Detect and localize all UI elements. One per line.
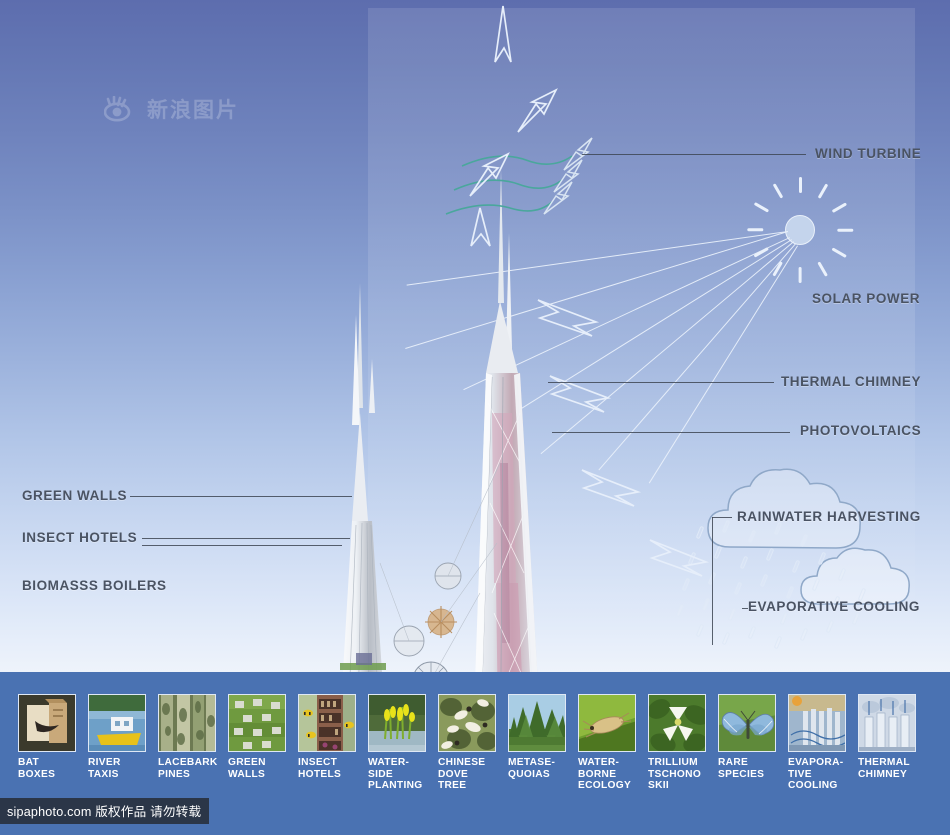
thumb-label: METASE- QUOIAS: [508, 757, 556, 780]
thumb-trillium-tschonoskii[interactable]: TRILLIUM TSCHONO SKII: [648, 694, 706, 792]
thumb-waterborne-ecology[interactable]: WATER- BORNE ECOLOGY: [578, 694, 636, 792]
trillium-photo[interactable]: [648, 694, 706, 752]
thumb-label: RARE SPECIES: [718, 757, 765, 780]
metasequoia-photo[interactable]: [508, 694, 566, 752]
copyright-bar: sipaphoto.com 版权作品 请勿转载: [0, 798, 210, 824]
annotation-green-walls: GREEN WALLS: [22, 488, 128, 503]
thumb-label: WATER- SIDE PLANTING: [368, 757, 423, 792]
dove-tree-photo[interactable]: [438, 694, 496, 752]
thumb-label: RIVER TAXIS: [88, 757, 121, 780]
thumb-label: GREEN WALLS: [228, 757, 266, 780]
weibo-eye-icon: [104, 96, 131, 122]
thumb-metasequoias[interactable]: METASE- QUOIAS: [508, 694, 566, 792]
thumb-chinese-dove-tree[interactable]: CHINESE DOVE TREE: [438, 694, 496, 792]
annotation-biomasss-boilers: BIOMASSS BOILERS: [22, 578, 167, 593]
annotation-insect-hotels: INSECT HOTELS: [22, 530, 138, 545]
thumb-label: CHINESE DOVE TREE: [438, 757, 486, 792]
lacebark-pine-photo[interactable]: [158, 694, 216, 752]
annotation-solar-power: SOLAR POWER: [812, 291, 921, 306]
river-taxi-photo[interactable]: [88, 694, 146, 752]
annotation-evaporative-cooling: EVAPORATIVE COOLING: [748, 599, 920, 614]
diagram-canvas: 新浪图片 GREEN WALLS INSECT HOTELS BIOMASSS …: [0, 0, 950, 835]
waterborne-ecology-photo[interactable]: [578, 694, 636, 752]
watermark-text: 新浪图片: [147, 99, 239, 122]
butterfly-photo[interactable]: [718, 694, 776, 752]
thumb-label: EVAPORA- TIVE COOLING: [788, 757, 844, 792]
thumbnail-footer: BAT BOXES RIVER TAXIS LACEBARK PINES GRE…: [0, 672, 950, 835]
thumb-waterside-planting[interactable]: WATER- SIDE PLANTING: [368, 694, 426, 792]
thermal-chimney-photo[interactable]: [858, 694, 916, 752]
annotation-photovoltaics: PHOTOVOLTAICS: [800, 423, 922, 438]
thumb-evaporative-cooling[interactable]: EVAPORA- TIVE COOLING: [788, 694, 846, 792]
bat-box-photo[interactable]: [18, 694, 76, 752]
waterside-planting-photo[interactable]: [368, 694, 426, 752]
annotation-rainwater-harvesting: RAINWATER HARVESTING: [737, 509, 921, 524]
wind-flow-arrow-icon: [445, 137, 593, 215]
watermark: 新浪图片: [104, 94, 239, 124]
thumb-rare-species[interactable]: RARE SPECIES: [718, 694, 776, 792]
thumb-label: INSECT HOTELS: [298, 757, 342, 780]
thumb-green-walls[interactable]: GREEN WALLS: [228, 694, 286, 792]
thumb-label: WATER- BORNE ECOLOGY: [578, 757, 632, 792]
thumb-river-taxis[interactable]: RIVER TAXIS: [88, 694, 146, 792]
insect-hotel-photo[interactable]: [298, 694, 356, 752]
green-wall-photo[interactable]: [228, 694, 286, 752]
thumb-label: THERMAL CHIMNEY: [858, 757, 910, 780]
annotation-wind-turbine: WIND TURBINE: [815, 146, 922, 161]
thumb-label: BAT BOXES: [18, 757, 56, 780]
thumb-insect-hotels[interactable]: INSECT HOTELS: [298, 694, 356, 792]
thumb-label: LACEBARK PINES: [158, 757, 218, 780]
thumb-label: TRILLIUM TSCHONO SKII: [648, 757, 702, 792]
thumbnail-strip: BAT BOXES RIVER TAXIS LACEBARK PINES GRE…: [18, 694, 916, 792]
evaporative-cooling-photo[interactable]: [788, 694, 846, 752]
thumb-bat-boxes[interactable]: BAT BOXES: [18, 694, 76, 792]
thumb-lacebark-pines[interactable]: LACEBARK PINES: [158, 694, 218, 792]
annotation-thermal-chimney: THERMAL CHIMNEY: [781, 374, 922, 389]
thumb-thermal-chimney[interactable]: THERMAL CHIMNEY: [858, 694, 916, 792]
